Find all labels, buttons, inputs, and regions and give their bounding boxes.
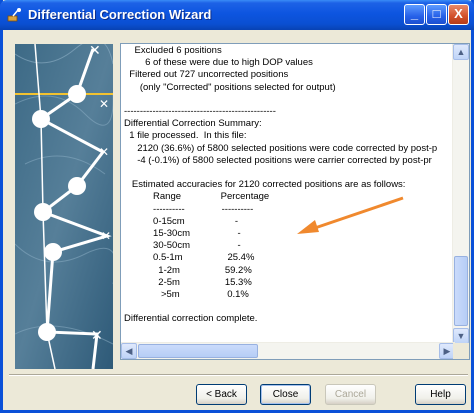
title-bar[interactable]: Differential Correction Wizard _ □ X [0, 0, 474, 30]
close-icon: X [454, 6, 463, 21]
svg-text:✕: ✕ [91, 328, 103, 344]
log-line: 15-30cm - [124, 228, 241, 239]
log-line: 2-5m 15.3% [124, 276, 252, 288]
arrow-up-icon: ▲ [456, 47, 466, 57]
log-line: Filtered out 727 uncorrected positions [124, 69, 289, 81]
satellite-icon [7, 8, 21, 22]
horizontal-scrollbar[interactable]: ◀ ▶ [121, 342, 455, 359]
arrow-left-icon: ◀ [125, 346, 133, 356]
minimize-button[interactable]: _ [404, 4, 425, 25]
scroll-left-button[interactable]: ◀ [121, 343, 137, 359]
log-line: 1-2m 59.2% [124, 264, 252, 276]
log-line: >5m 0.1% [124, 289, 249, 300]
log-line: Excluded 6 positions [124, 45, 222, 56]
log-line: 0-15cm - [124, 215, 239, 227]
log-line: Differential correction complete. [124, 313, 258, 325]
arrow-right-icon: ▶ [443, 346, 451, 356]
log-line: ---------- ---------- [124, 203, 254, 215]
scroll-down-button[interactable]: ▼ [453, 328, 469, 344]
log-line: ----------------------------------------… [124, 106, 276, 117]
minimize-icon: _ [410, 6, 419, 21]
log-text: Excluded 6 positions 6 of these were due… [121, 44, 455, 344]
close-button[interactable]: Close [260, 384, 311, 405]
svg-text:✕: ✕ [101, 229, 111, 243]
log-line: Range Percentage [124, 191, 270, 203]
close-window-button[interactable]: X [448, 4, 469, 25]
log-line: Differential Correction Summary: [124, 118, 262, 130]
vertical-scroll-thumb[interactable] [454, 256, 468, 326]
help-button[interactable]: Help [415, 384, 466, 405]
arrow-down-icon: ▼ [456, 331, 466, 341]
maximize-icon: □ [432, 6, 441, 21]
vertical-scrollbar[interactable]: ▲ ▼ [452, 44, 469, 344]
maximize-button[interactable]: □ [426, 4, 447, 25]
log-line: 30-50cm - [124, 240, 241, 252]
scroll-corner [453, 343, 469, 359]
horizontal-scroll-thumb[interactable] [138, 344, 258, 358]
cancel-button[interactable]: Cancel [325, 384, 376, 405]
log-line: -4 (-0.1%) of 5800 selected positions we… [124, 154, 432, 166]
svg-text:✕: ✕ [99, 97, 109, 111]
scroll-up-button[interactable]: ▲ [453, 44, 469, 60]
log-line: 0.5-1m 25.4% [124, 252, 255, 264]
button-separator [9, 374, 468, 376]
log-line: 1 file processed. In this file: [124, 130, 247, 142]
wizard-window: Differential Correction Wizard _ □ X ✕ ✕… [0, 0, 474, 413]
svg-text:✕: ✕ [99, 145, 109, 159]
back-button[interactable]: < Back [196, 384, 247, 405]
log-line: (only "Corrected" positions selected for… [124, 81, 336, 93]
log-line: 2120 (36.6%) of 5800 selected positions … [124, 142, 438, 154]
svg-text:✕: ✕ [89, 44, 101, 59]
annotation-arrow-icon [297, 196, 404, 234]
wizard-side-image: ✕ ✕ ✕ ✕ ✕ [15, 44, 113, 369]
log-line: 6 of these were due to high DOP values [124, 57, 313, 69]
window-title: Differential Correction Wizard [28, 7, 212, 22]
log-line: Estimated accuracies for 2120 corrected … [124, 179, 406, 191]
